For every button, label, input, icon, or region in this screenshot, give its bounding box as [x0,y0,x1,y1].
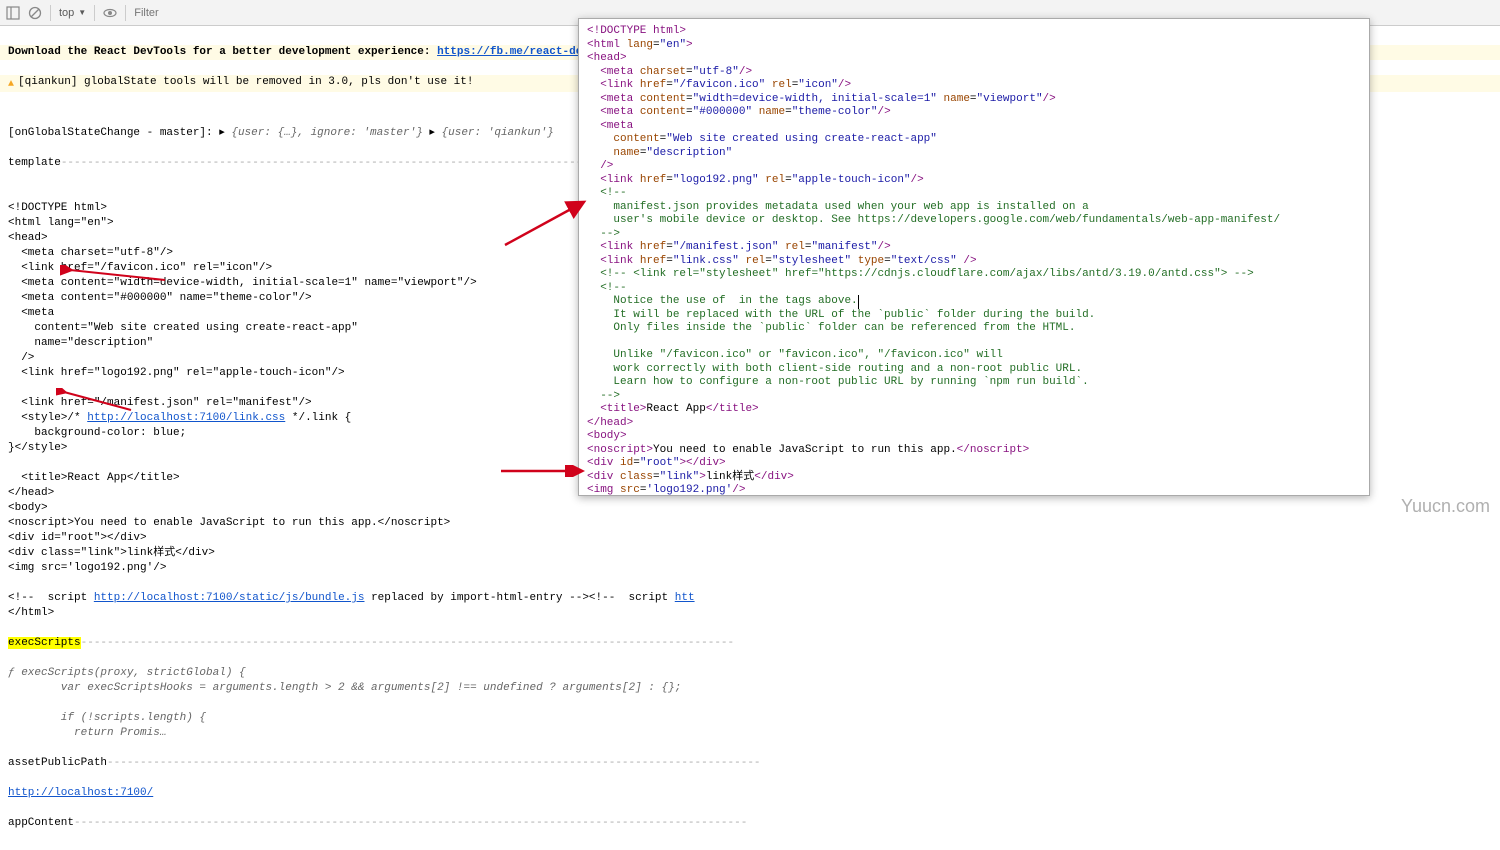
context-dropdown[interactable]: top ▼ [59,7,86,19]
live-expression-icon[interactable] [103,6,117,20]
assetpublicpath-line: assetPublicPath-------------------------… [8,756,1492,771]
source-popup: <!DOCTYPE html> <html lang="en"> <head> … [578,18,1370,496]
toolbar-separator [50,5,51,21]
bundle-js-url[interactable]: http://localhost:7100/static/js/bundle.j… [94,592,365,604]
asset-public-path-link[interactable]: http://localhost:7100/ [8,787,153,799]
watermark: Yuucn.com [1401,496,1490,517]
clear-console-icon[interactable] [28,6,42,20]
bundle-link-cut[interactable]: htt [675,592,695,604]
toolbar-separator [125,5,126,21]
filter-input[interactable] [134,7,1494,19]
appcontent-line: appContent------------------------------… [8,816,1492,831]
toggle-drawer-icon[interactable] [6,6,20,20]
execscripts-line: execScripts-----------------------------… [8,636,1492,651]
toolbar-separator [94,5,95,21]
warning-icon: ▲ [8,75,14,92]
link-css-url[interactable]: http://localhost:7100/link.css [87,412,285,424]
func-dump: ƒ execScripts(proxy, strictGlobal) { var… [8,666,1492,741]
